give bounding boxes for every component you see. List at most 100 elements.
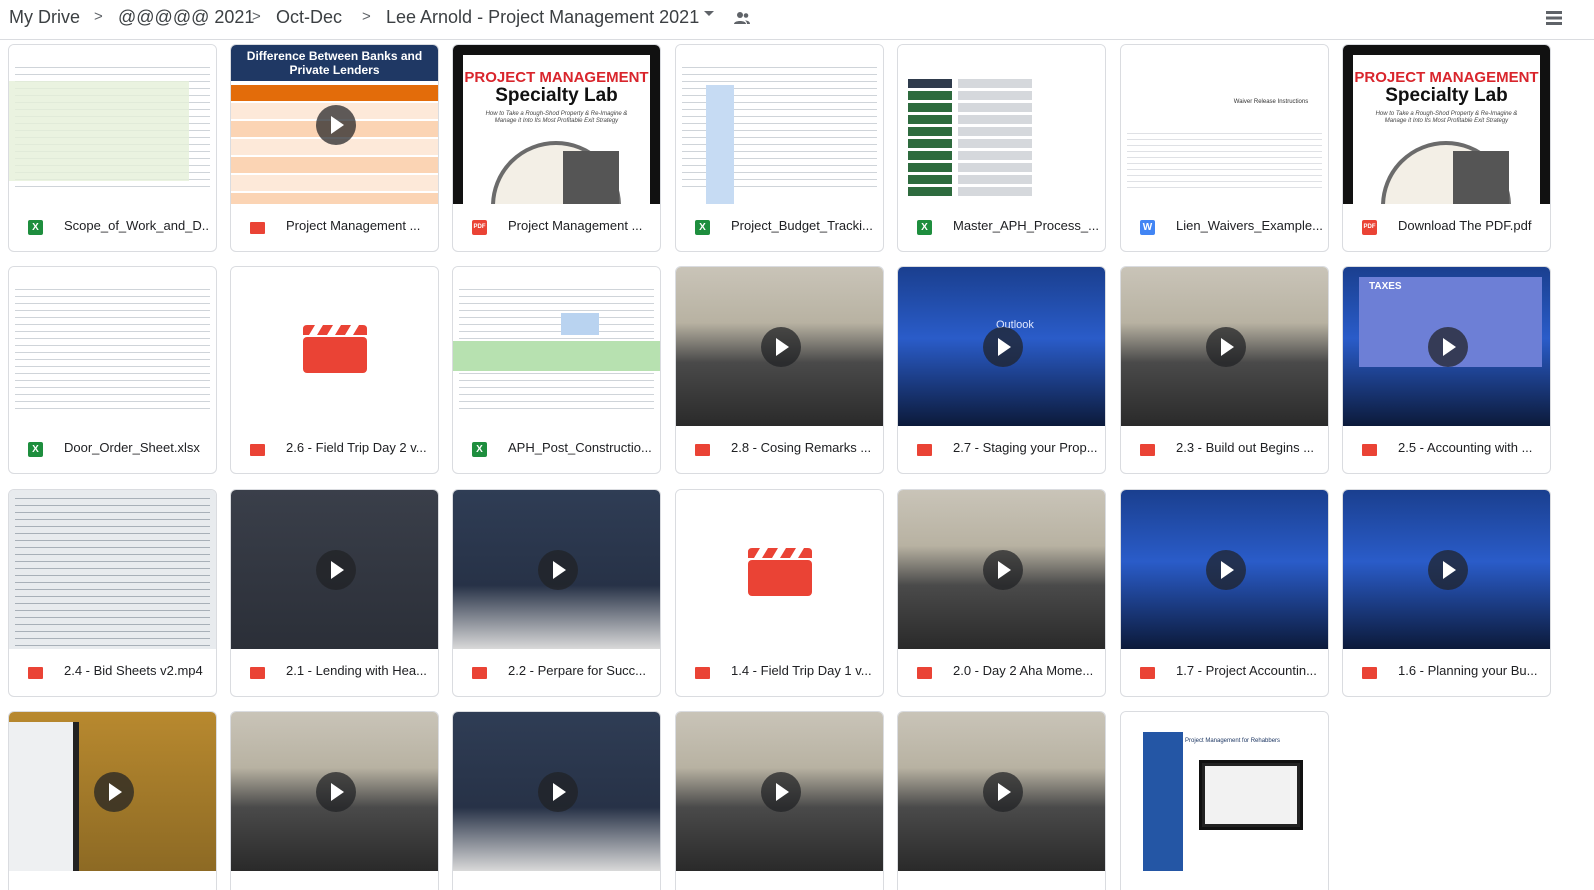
- file-card[interactable]: 1.4 - Field Trip Day 1 v...: [675, 489, 884, 697]
- file-card[interactable]: 2.6 - Field Trip Day 2 v...: [230, 266, 439, 474]
- file-thumbnail[interactable]: [676, 45, 883, 204]
- file-label-row[interactable]: 1.6 - Planning your Bu...: [1343, 649, 1550, 696]
- file-label-row[interactable]: W Lien_Waivers_Example...: [1121, 204, 1328, 251]
- file-card[interactable]: [230, 711, 439, 890]
- file-thumbnail[interactable]: [231, 490, 438, 649]
- file-label-row[interactable]: 2.3 - Build out Begins ...: [1121, 426, 1328, 473]
- breadcrumb-my-drive[interactable]: My Drive: [9, 7, 80, 28]
- file-thumbnail[interactable]: [9, 45, 216, 204]
- file-thumbnail[interactable]: Project Management for Rehabbers: [1121, 712, 1328, 871]
- cover-subtitle: Specialty Lab: [495, 85, 618, 106]
- file-label-row[interactable]: 2.7 - Staging your Prop...: [898, 426, 1105, 473]
- file-card[interactable]: [452, 711, 661, 890]
- play-icon[interactable]: [538, 772, 578, 812]
- play-icon[interactable]: [1428, 327, 1468, 367]
- file-label-row[interactable]: 2.2 - Perpare for Succ...: [453, 649, 660, 696]
- list-view-icon[interactable]: [1545, 9, 1563, 27]
- file-label-row[interactable]: X Door_Order_Sheet.xlsx: [9, 426, 216, 473]
- sheet-line: [15, 498, 210, 499]
- file-thumbnail[interactable]: [898, 490, 1105, 649]
- play-icon[interactable]: [538, 550, 578, 590]
- file-label-row[interactable]: 2.6 - Field Trip Day 2 v...: [231, 426, 438, 473]
- file-label-row[interactable]: X Master_APH_Process_...: [898, 204, 1105, 251]
- people-icon[interactable]: [733, 10, 751, 26]
- file-card[interactable]: [675, 711, 884, 890]
- file-card[interactable]: PROJECT MANAGEMENT Specialty Lab How to Ta…: [452, 44, 661, 252]
- file-thumbnail[interactable]: TAXES: [1343, 267, 1550, 426]
- file-thumbnail[interactable]: [898, 45, 1105, 204]
- file-thumbnail[interactable]: [231, 712, 438, 871]
- breadcrumb-quarter[interactable]: Oct-Dec: [276, 7, 342, 28]
- file-thumbnail[interactable]: Waiver Release Instructions: [1121, 45, 1328, 204]
- file-label-row[interactable]: PDF Download The PDF.pdf: [1343, 204, 1550, 251]
- file-card[interactable]: TAXES 2.5 - Accounting with ...: [1342, 266, 1551, 474]
- play-icon[interactable]: [983, 550, 1023, 590]
- chevron-down-icon[interactable]: [704, 11, 714, 16]
- file-thumbnail[interactable]: [453, 712, 660, 871]
- file-card[interactable]: 1.7 - Project Accountin...: [1120, 489, 1329, 697]
- file-card[interactable]: [8, 711, 217, 890]
- file-thumbnail[interactable]: [9, 267, 216, 426]
- play-icon[interactable]: [316, 772, 356, 812]
- file-label-row[interactable]: PDF Project Management ...: [453, 204, 660, 251]
- file-label-row[interactable]: Project Management ...: [231, 204, 438, 251]
- file-thumbnail[interactable]: Difference Between Banks and Private Len…: [231, 45, 438, 204]
- play-icon[interactable]: [316, 550, 356, 590]
- play-icon[interactable]: [761, 327, 801, 367]
- file-thumbnail[interactable]: [898, 712, 1105, 871]
- play-icon[interactable]: [94, 772, 134, 812]
- file-thumbnail[interactable]: [453, 267, 660, 426]
- file-thumbnail[interactable]: [231, 267, 438, 426]
- file-card[interactable]: 2.2 - Perpare for Succ...: [452, 489, 661, 697]
- play-icon[interactable]: [316, 105, 356, 145]
- file-thumbnail[interactable]: [1121, 267, 1328, 426]
- file-card[interactable]: X APH_Post_Constructio...: [452, 266, 661, 474]
- file-thumbnail[interactable]: [453, 490, 660, 649]
- file-label-row[interactable]: X Scope_of_Work_and_D...: [9, 204, 216, 251]
- file-card[interactable]: X Door_Order_Sheet.xlsx: [8, 266, 217, 474]
- file-card[interactable]: 2.4 - Bid Sheets v2.mp4: [8, 489, 217, 697]
- file-card[interactable]: 2.1 - Lending with Hea...: [230, 489, 439, 697]
- breadcrumb-current-folder[interactable]: Lee Arnold - Project Management 2021: [386, 7, 699, 28]
- file-thumbnail[interactable]: [9, 712, 216, 871]
- file-thumbnail[interactable]: PROJECT MANAGEMENT Specialty Lab How to Ta…: [453, 45, 660, 204]
- file-card[interactable]: 2.3 - Build out Begins ...: [1120, 266, 1329, 474]
- file-card[interactable]: Outlook 2.7 - Staging your Prop...: [897, 266, 1106, 474]
- play-icon[interactable]: [1206, 550, 1246, 590]
- file-label-row[interactable]: 2.5 - Accounting with ...: [1343, 426, 1550, 473]
- file-label-row[interactable]: X APH_Post_Constructio...: [453, 426, 660, 473]
- file-thumbnail[interactable]: [1121, 490, 1328, 649]
- file-thumbnail[interactable]: PROJECT MANAGEMENT Specialty Lab How to Ta…: [1343, 45, 1550, 204]
- file-thumbnail[interactable]: [676, 712, 883, 871]
- file-card[interactable]: [897, 711, 1106, 890]
- file-card[interactable]: X Master_APH_Process_...: [897, 44, 1106, 252]
- file-thumbnail[interactable]: [676, 490, 883, 649]
- breadcrumb-year[interactable]: @@@@@ 2021: [118, 7, 254, 28]
- file-thumbnail[interactable]: Outlook: [898, 267, 1105, 426]
- sheet-line: [1127, 139, 1322, 140]
- file-card[interactable]: 1.6 - Planning your Bu...: [1342, 489, 1551, 697]
- file-thumbnail[interactable]: [676, 267, 883, 426]
- play-icon[interactable]: [1206, 327, 1246, 367]
- file-label-row[interactable]: 2.1 - Lending with Hea...: [231, 649, 438, 696]
- file-thumbnail[interactable]: [9, 490, 216, 649]
- file-card[interactable]: 2.0 - Day 2 Aha Mome...: [897, 489, 1106, 697]
- file-thumbnail[interactable]: [1343, 490, 1550, 649]
- play-icon[interactable]: [1428, 550, 1468, 590]
- file-card[interactable]: Project Management for Rehabbers: [1120, 711, 1329, 890]
- file-card[interactable]: Difference Between Banks and Private Len…: [230, 44, 439, 252]
- play-icon[interactable]: [761, 772, 801, 812]
- file-card[interactable]: 2.8 - Cosing Remarks ...: [675, 266, 884, 474]
- file-label-row[interactable]: 1.7 - Project Accountin...: [1121, 649, 1328, 696]
- file-card[interactable]: X Project_Budget_Tracki...: [675, 44, 884, 252]
- play-icon[interactable]: [983, 327, 1023, 367]
- file-label-row[interactable]: X Project_Budget_Tracki...: [676, 204, 883, 251]
- file-card[interactable]: X Scope_of_Work_and_D...: [8, 44, 217, 252]
- play-icon[interactable]: [983, 772, 1023, 812]
- file-card[interactable]: Waiver Release Instructions W Lien_Waivers…: [1120, 44, 1329, 252]
- file-card[interactable]: PROJECT MANAGEMENT Specialty Lab How to Ta…: [1342, 44, 1551, 252]
- file-label-row[interactable]: 2.8 - Cosing Remarks ...: [676, 426, 883, 473]
- file-label-row[interactable]: 2.4 - Bid Sheets v2.mp4: [9, 649, 216, 696]
- file-label-row[interactable]: 1.4 - Field Trip Day 1 v...: [676, 649, 883, 696]
- file-label-row[interactable]: 2.0 - Day 2 Aha Mome...: [898, 649, 1105, 696]
